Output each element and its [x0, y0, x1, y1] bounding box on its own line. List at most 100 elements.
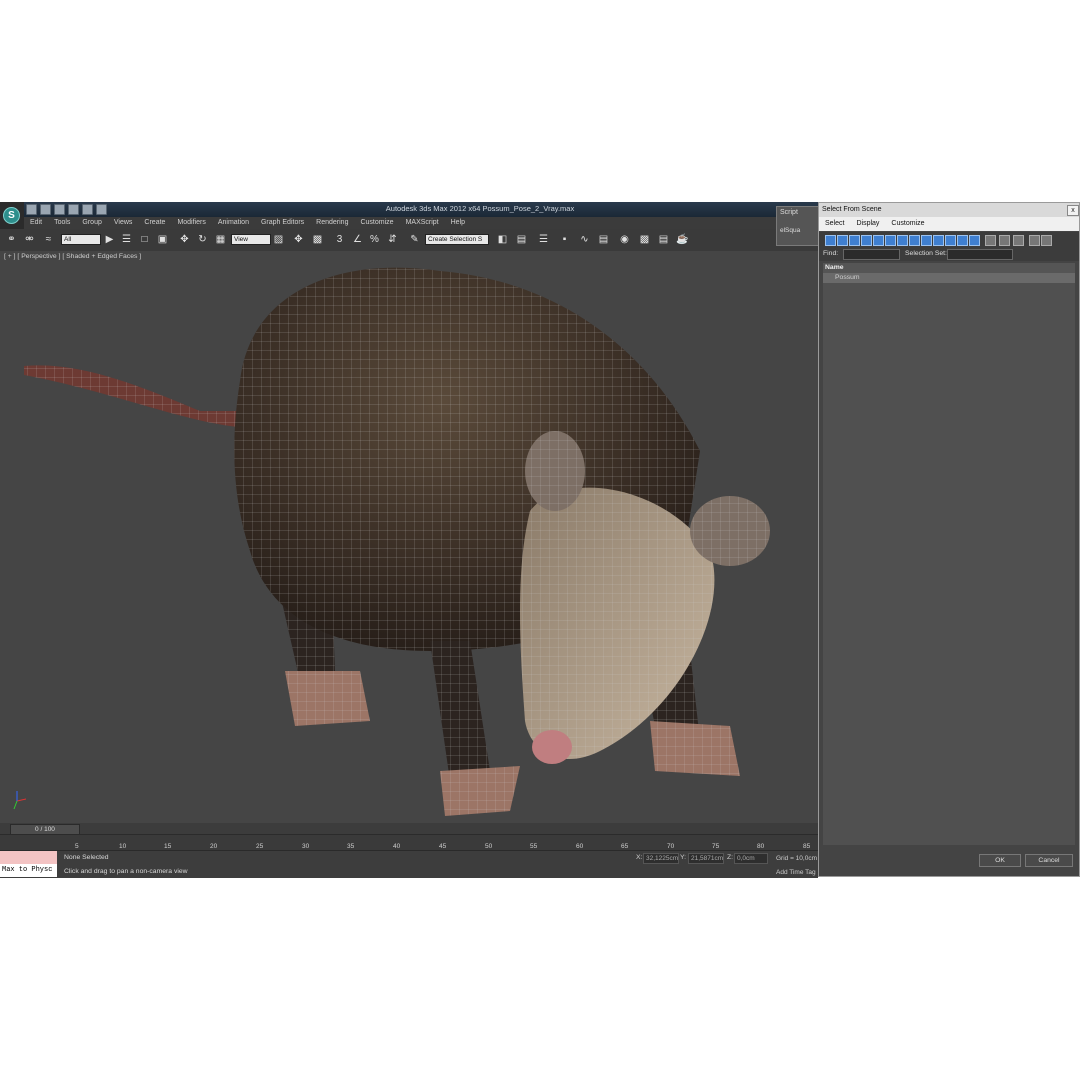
keyboard-shortcut-override-icon[interactable]: ▩: [311, 233, 324, 246]
find-input[interactable]: [843, 249, 900, 260]
display-cameras-icon[interactable]: [861, 235, 872, 246]
menu-help[interactable]: Help: [445, 217, 471, 229]
select-and-scale-icon[interactable]: ▦: [214, 233, 227, 246]
bind-space-warp-icon[interactable]: ≈: [42, 233, 55, 246]
track-tick-15: 15: [164, 843, 172, 850]
menu-maxscript[interactable]: MAXScript: [400, 217, 445, 229]
y-coord-field[interactable]: 21,5871cm: [688, 853, 724, 864]
script-panel-item[interactable]: elSqua: [780, 227, 800, 234]
display-groups-icon[interactable]: [897, 235, 908, 246]
select-and-move-icon[interactable]: ✥: [178, 233, 191, 246]
layer-manager-icon[interactable]: ☰: [537, 233, 550, 246]
render-setup-icon[interactable]: ▩: [638, 233, 651, 246]
select-all-icon[interactable]: [985, 235, 996, 246]
unlink-icon[interactable]: ⚮: [23, 233, 36, 246]
scene-object-list[interactable]: [823, 283, 1075, 845]
display-all-icon[interactable]: [969, 235, 980, 246]
select-object-icon[interactable]: ▶: [103, 233, 116, 246]
display-helpers-icon[interactable]: [873, 235, 884, 246]
display-geometry-icon[interactable]: [825, 235, 836, 246]
display-xrefs-icon[interactable]: [909, 235, 920, 246]
track-tick-5: 5: [75, 843, 79, 850]
cancel-button[interactable]: Cancel: [1025, 854, 1073, 867]
curve-editor-icon[interactable]: ∿: [578, 233, 591, 246]
manipulate-icon[interactable]: ✥: [292, 233, 305, 246]
rectangular-selection-icon[interactable]: □: [138, 233, 151, 246]
script-panel: Script elSqua: [776, 206, 822, 246]
rendered-frame-window-icon[interactable]: ▤: [657, 233, 670, 246]
perspective-viewport[interactable]: [ + ] [ Perspective ] [ Shaded + Edged F…: [0, 251, 818, 823]
render-production-icon[interactable]: ☕: [676, 233, 689, 246]
project-folder-icon[interactable]: [96, 204, 107, 215]
percent-snap-icon[interactable]: %: [368, 233, 381, 246]
schematic-view-icon[interactable]: ▤: [597, 233, 610, 246]
selection-set-dropdown[interactable]: [947, 249, 1013, 260]
display-containers-icon[interactable]: [933, 235, 944, 246]
display-lights-icon[interactable]: [849, 235, 860, 246]
add-time-tag[interactable]: Add Time Tag: [776, 869, 816, 876]
select-by-name-icon[interactable]: ☰: [120, 233, 133, 246]
menu-group[interactable]: Group: [76, 217, 107, 229]
dialog-menu-select[interactable]: Select: [819, 217, 850, 231]
dialog-menu-display[interactable]: Display: [850, 217, 885, 231]
new-file-icon[interactable]: [26, 204, 37, 215]
save-file-icon[interactable]: [54, 204, 65, 215]
angle-snap-icon[interactable]: ∠: [351, 233, 364, 246]
z-coord-label: Z:: [727, 854, 734, 861]
snaps-toggle-icon[interactable]: 3: [333, 233, 346, 246]
select-none-icon[interactable]: [999, 235, 1010, 246]
spinner-snap-icon[interactable]: ⇵: [386, 233, 399, 246]
maxscript-mini-listener[interactable]: [0, 851, 57, 864]
selection-status: None Selected: [64, 854, 109, 861]
select-invert-icon[interactable]: [1013, 235, 1024, 246]
reference-coordinate-dropdown[interactable]: View: [231, 234, 271, 245]
track-tick-30: 30: [302, 843, 310, 850]
menu-tools[interactable]: Tools: [48, 217, 76, 229]
align-icon[interactable]: ▤: [515, 233, 528, 246]
menu-graph-editors[interactable]: Graph Editors: [255, 217, 310, 229]
named-selection-sets-dropdown[interactable]: Create Selection S: [425, 234, 489, 245]
dialog-title: Select From Scene: [819, 203, 1079, 217]
open-file-icon[interactable]: [40, 204, 51, 215]
material-editor-icon[interactable]: ◉: [618, 233, 631, 246]
track-bar[interactable]: 5 10 15 20 25 30 35 40 45 50 55 60 65 70…: [0, 834, 818, 851]
prompt-line: Click and drag to pan a non-camera view: [64, 868, 188, 875]
undo-icon[interactable]: [68, 204, 79, 215]
redo-icon[interactable]: [82, 204, 93, 215]
display-hidden-icon[interactable]: [957, 235, 968, 246]
filter-icon[interactable]: [1029, 235, 1040, 246]
dialog-menu-bar: Select Display Customize: [819, 217, 1079, 231]
application-button[interactable]: S: [0, 202, 24, 230]
track-tick-60: 60: [576, 843, 584, 850]
graphite-ribbon-icon[interactable]: ▪: [558, 233, 571, 246]
menu-animation[interactable]: Animation: [212, 217, 255, 229]
menu-customize[interactable]: Customize: [354, 217, 399, 229]
pivot-center-icon[interactable]: ▨: [272, 233, 285, 246]
window-crossing-icon[interactable]: ▣: [156, 233, 169, 246]
select-and-rotate-icon[interactable]: ↻: [196, 233, 209, 246]
display-bones-icon[interactable]: [921, 235, 932, 246]
selection-filter-dropdown[interactable]: All: [61, 234, 101, 245]
dialog-menu-customize[interactable]: Customize: [885, 217, 930, 231]
select-and-link-icon[interactable]: ⚭: [5, 233, 18, 246]
mirror-icon[interactable]: ◧: [496, 233, 509, 246]
list-item[interactable]: Possum: [823, 273, 1075, 283]
ok-button[interactable]: OK: [979, 854, 1021, 867]
menu-views[interactable]: Views: [108, 217, 139, 229]
z-coord-field[interactable]: 0,0cm: [734, 853, 768, 864]
menu-rendering[interactable]: Rendering: [310, 217, 354, 229]
name-column-header[interactable]: Name: [823, 263, 1075, 273]
edit-named-selection-icon[interactable]: ✎: [408, 233, 421, 246]
display-frozen-icon[interactable]: [945, 235, 956, 246]
grid-size: Grid = 10,0cm: [776, 855, 818, 862]
menu-modifiers[interactable]: Modifiers: [171, 217, 211, 229]
status-bar: Max to Physc None Selected Click and dra…: [0, 850, 818, 878]
display-space-warps-icon[interactable]: [885, 235, 896, 246]
menu-create[interactable]: Create: [138, 217, 171, 229]
maxscript-input[interactable]: Max to Physc: [0, 864, 57, 877]
close-icon[interactable]: x: [1067, 205, 1079, 216]
advanced-filter-icon[interactable]: [1041, 235, 1052, 246]
display-shapes-icon[interactable]: [837, 235, 848, 246]
menu-edit[interactable]: Edit: [24, 217, 48, 229]
x-coord-field[interactable]: 32,1225cm: [643, 853, 679, 864]
